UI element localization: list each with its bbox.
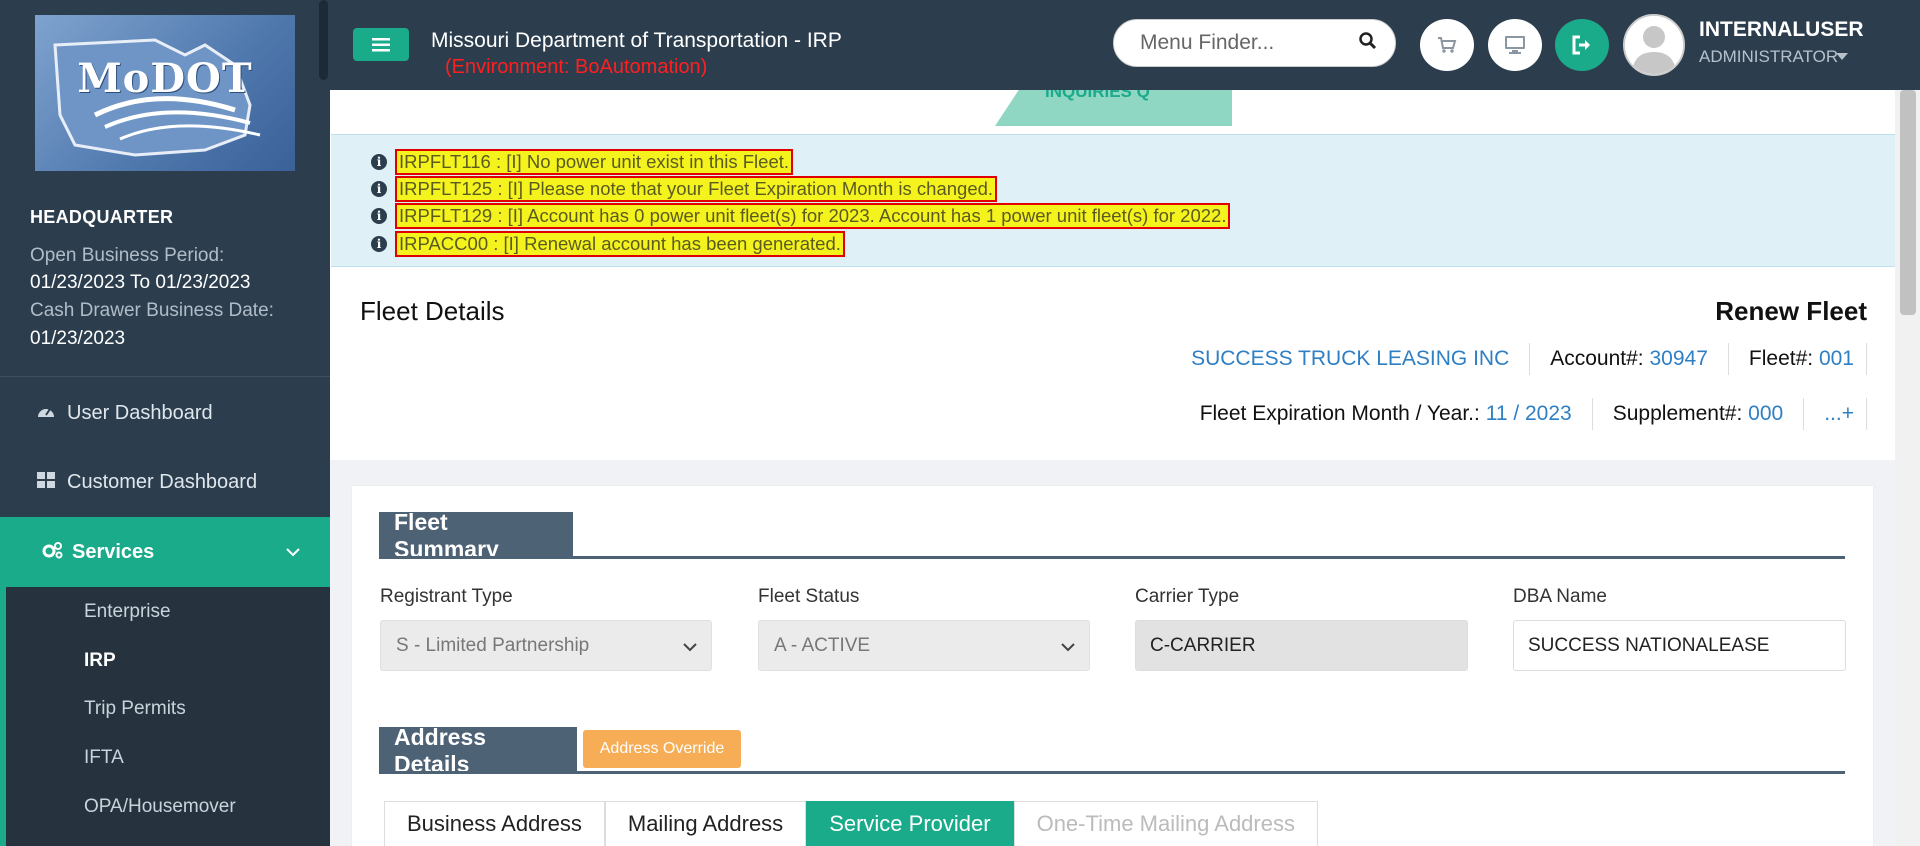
address-details-rule <box>379 771 1845 774</box>
hamburger-icon <box>372 37 390 51</box>
cash-drawer-value: 01/23/2023 <box>30 328 126 349</box>
address-override-button[interactable]: Address Override <box>583 730 741 768</box>
logout-button[interactable] <box>1555 19 1609 71</box>
company-name[interactable]: SUCCESS TRUCK LEASING INC <box>1171 343 1531 375</box>
logo-text: MoDOT <box>77 54 253 102</box>
nav-label: User Dashboard <box>67 401 213 424</box>
message-row: i IRPFLT116 : [I] No power unit exist in… <box>371 149 794 175</box>
open-business-period-value: 01/23/2023 To 01/23/2023 <box>30 272 251 293</box>
fleet-summary-heading: Fleet Summary <box>379 509 573 562</box>
fleet-number: Fleet#: 001 <box>1729 343 1867 375</box>
supplement-number: Supplement#: 000 <box>1593 398 1805 430</box>
chevron-down-icon <box>286 544 300 560</box>
gears-icon <box>42 541 63 564</box>
message-text: IRPFLT116 : [I] No power unit exist in t… <box>395 149 794 175</box>
app-title: Missouri Department of Transportation - … <box>431 29 842 52</box>
tab-service-provider[interactable]: Service Provider <box>806 801 1014 846</box>
menu-finder-input[interactable] <box>1140 31 1360 55</box>
fleet-info-line-1: SUCCESS TRUCK LEASING INC Account#: 3094… <box>1171 343 1867 375</box>
account-number: Account#: 30947 <box>1530 343 1729 375</box>
modot-logo: MoDOT <box>35 15 295 171</box>
grid-icon <box>37 471 57 493</box>
renew-fleet-title: Renew Fleet <box>1715 296 1867 326</box>
message-row: i IRPACC00 : [I] Renewal account has bee… <box>371 231 845 257</box>
main-content: INQUIRIES Q i IRPFLT116 : [I] No power u… <box>330 90 1895 846</box>
desktop-button[interactable] <box>1488 19 1542 71</box>
office-name: HEADQUARTER <box>30 207 174 227</box>
logout-icon <box>1572 35 1590 55</box>
nav-user-dashboard[interactable]: User Dashboard <box>0 379 330 447</box>
nav-label: Customer Dashboard <box>67 470 258 493</box>
info-icon: i <box>371 236 387 252</box>
menu-finder[interactable] <box>1113 19 1396 67</box>
tab-business-address[interactable]: Business Address <box>384 801 605 846</box>
message-text: IRPACC00 : [I] Renewal account has been … <box>395 231 845 257</box>
submenu-item-ifta[interactable]: IFTA <box>84 747 124 769</box>
user-name[interactable]: INTERNALUSER <box>1699 18 1864 42</box>
user-role[interactable]: ADMINISTRATOR <box>1699 47 1838 67</box>
message-row: i IRPFLT129 : [I] Account has 0 power un… <box>371 203 1231 229</box>
registrant-type-select[interactable]: S - Limited Partnership <box>380 620 712 671</box>
fleet-status-label: Fleet Status <box>758 586 860 607</box>
carrier-type-field: C-CARRIER <box>1135 620 1468 671</box>
cash-drawer-label: Cash Drawer Business Date: <box>30 300 274 321</box>
menu-toggle-button[interactable] <box>353 28 409 61</box>
sidebar-divider <box>0 376 330 377</box>
carrier-type-label: Carrier Type <box>1135 586 1240 607</box>
nav-label: Services <box>72 540 155 563</box>
submenu-item-enterprise[interactable]: Enterprise <box>84 601 171 623</box>
cart-button[interactable] <box>1420 19 1474 71</box>
address-tabs: Business Address Mailing Address Service… <box>384 801 1318 846</box>
inquiries-tab-label[interactable]: INQUIRIES Q <box>1045 90 1150 102</box>
dba-name-label: DBA Name <box>1513 586 1607 607</box>
top-header: Missouri Department of Transportation - … <box>330 0 1920 90</box>
page-scrollbar[interactable] <box>1896 90 1920 846</box>
tab-mailing-address[interactable]: Mailing Address <box>604 801 807 846</box>
dba-name-field[interactable]: SUCCESS NATIONALEASE <box>1513 620 1846 671</box>
avatar[interactable] <box>1623 14 1685 76</box>
search-icon[interactable] <box>1359 32 1377 55</box>
chevron-down-icon <box>683 637 697 659</box>
cart-icon <box>1438 37 1457 53</box>
dashboard-icon <box>37 403 57 424</box>
info-icon: i <box>371 208 387 224</box>
more-link[interactable]: ...+ <box>1804 398 1867 430</box>
fleet-status-value: A - ACTIVE <box>774 634 871 656</box>
fleet-details-title: Fleet Details <box>360 296 505 326</box>
fleet-info-line-2: Fleet Expiration Month / Year.: 11 / 202… <box>1180 398 1867 430</box>
message-row: i IRPFLT125 : [I] Please note that your … <box>371 176 998 202</box>
sidebar-scrollbar[interactable] <box>319 0 328 80</box>
scrollbar-thumb[interactable] <box>1900 90 1916 315</box>
services-submenu: Enterprise IRP Trip Permits IFTA OPA/Hou… <box>0 587 330 846</box>
nav-customer-dashboard[interactable]: Customer Dashboard <box>0 448 330 516</box>
fleet-status-select[interactable]: A - ACTIVE <box>758 620 1090 671</box>
user-avatar-icon <box>1625 16 1683 74</box>
address-details-heading: Address Details <box>379 724 577 777</box>
info-icon: i <box>371 154 387 170</box>
registrant-type-label: Registrant Type <box>380 586 513 607</box>
fleet-expiration: Fleet Expiration Month / Year.: 11 / 202… <box>1180 398 1593 430</box>
tab-one-time-mailing-address: One-Time Mailing Address <box>1013 801 1318 846</box>
environment-label: (Environment: BoAutomation) <box>445 56 708 78</box>
nav-services[interactable]: Services <box>0 517 330 587</box>
submenu-item-irp[interactable]: IRP <box>84 650 116 672</box>
message-text: IRPFLT129 : [I] Account has 0 power unit… <box>395 203 1231 229</box>
open-business-period-label: Open Business Period: <box>30 245 225 266</box>
info-icon: i <box>371 181 387 197</box>
desktop-icon <box>1505 36 1525 54</box>
message-text: IRPFLT125 : [I] Please note that your Fl… <box>395 176 998 202</box>
caret-down-icon[interactable] <box>1836 53 1848 60</box>
info-messages: i IRPFLT116 : [I] No power unit exist in… <box>331 134 1895 267</box>
chevron-down-icon <box>1061 637 1075 659</box>
submenu-item-opa-housemover[interactable]: OPA/Housemover <box>84 796 236 818</box>
fleet-summary-rule <box>379 556 1845 559</box>
submenu-item-trip-permits[interactable]: Trip Permits <box>84 698 186 720</box>
sidebar: MoDOT HEADQUARTER Open Business Period: … <box>0 0 330 846</box>
registrant-type-value: S - Limited Partnership <box>396 634 590 656</box>
